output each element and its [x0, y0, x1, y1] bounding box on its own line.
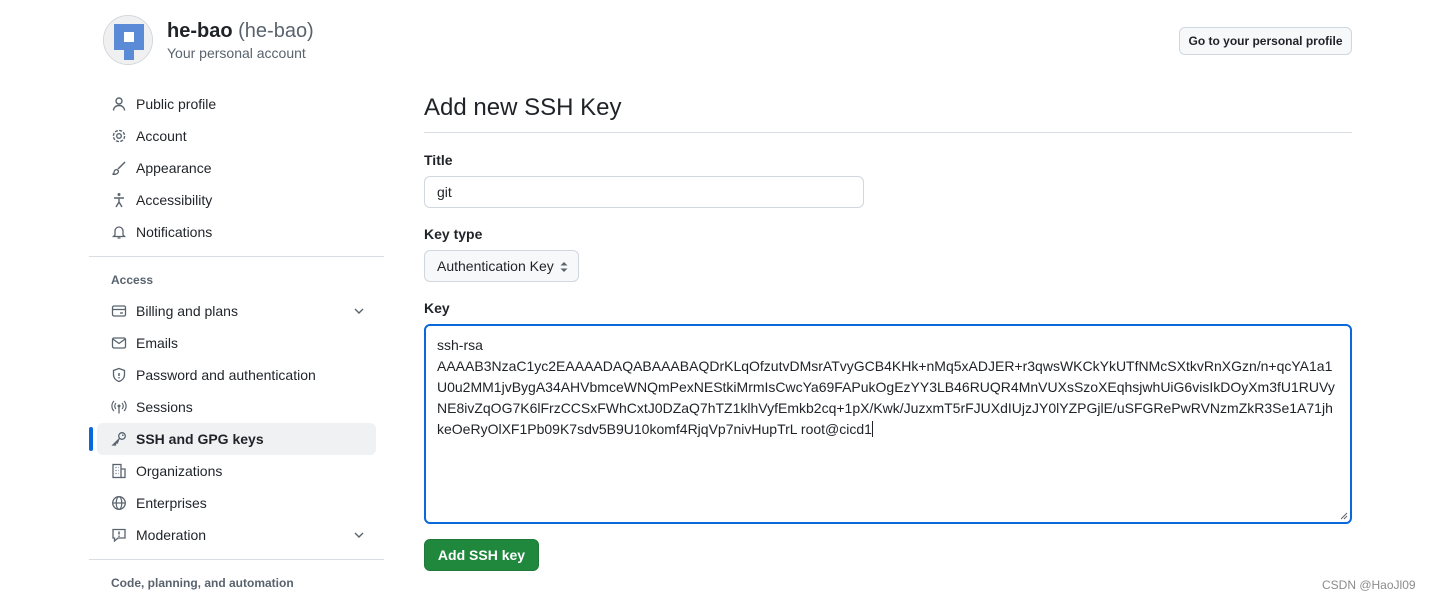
- identicon-icon: [104, 16, 152, 64]
- key-textarea[interactable]: ssh-rsa AAAAB3NzaC1yc2EAAAADAQABAAABAQDr…: [424, 324, 1352, 524]
- sidebar-item-label: Sessions: [136, 399, 193, 415]
- section-heading-code-planning: Code, planning, and automation: [111, 576, 294, 590]
- title-input[interactable]: [424, 176, 864, 208]
- shield-lock-icon: [111, 367, 127, 383]
- sidebar-item-billing[interactable]: Billing and plans: [97, 295, 376, 327]
- user-handle: (he-bao): [238, 20, 314, 42]
- sidebar-item-password[interactable]: Password and authentication: [97, 359, 376, 391]
- sidebar-item-accessibility[interactable]: Accessibility: [97, 184, 376, 216]
- sidebar-item-enterprises[interactable]: Enterprises: [97, 487, 376, 519]
- sidebar-item-label: Accessibility: [136, 192, 213, 208]
- settings-sidebar: Public profile Account Appearance Access…: [89, 88, 384, 598]
- organization-icon: [111, 463, 127, 479]
- account-header: he-bao (he-bao) Your personal account: [103, 15, 314, 65]
- sidebar-item-label: Account: [136, 128, 187, 144]
- title-label: Title: [424, 152, 453, 168]
- account-subtitle: Your personal account: [167, 45, 306, 61]
- accessibility-icon: [111, 192, 127, 208]
- username: he-bao: [167, 20, 233, 42]
- sidebar-item-label: Notifications: [136, 224, 213, 240]
- watermark: CSDN @HaoJl09: [1322, 578, 1416, 592]
- sidebar-item-label: Public profile: [136, 96, 217, 112]
- key-type-label: Key type: [424, 226, 483, 242]
- globe-icon: [111, 495, 127, 511]
- sidebar-divider: [89, 256, 384, 257]
- key-type-selected-value: Authentication Key: [437, 258, 554, 274]
- bell-icon: [111, 224, 127, 240]
- sidebar-item-sessions[interactable]: Sessions: [97, 391, 376, 423]
- sidebar-item-appearance[interactable]: Appearance: [97, 152, 376, 184]
- key-text: ssh-rsa AAAAB3NzaC1yc2EAAAADAQABAAABAQDr…: [437, 337, 1335, 437]
- sidebar-item-label: SSH and GPG keys: [136, 431, 264, 447]
- avatar[interactable]: [103, 15, 153, 65]
- mail-icon: [111, 335, 127, 351]
- sidebar-item-label: Password and authentication: [136, 367, 316, 383]
- sidebar-item-label: Billing and plans: [136, 303, 238, 319]
- key-icon: [111, 431, 127, 447]
- sidebar-divider: [89, 559, 384, 560]
- sidebar-item-label: Emails: [136, 335, 179, 351]
- sidebar-item-label: Moderation: [136, 527, 207, 543]
- sidebar-item-label: Enterprises: [136, 495, 207, 511]
- resize-handle-icon[interactable]: [1340, 512, 1348, 520]
- gear-icon: [111, 128, 127, 144]
- broadcast-icon: [111, 399, 127, 415]
- sidebar-item-ssh-gpg-keys[interactable]: SSH and GPG keys: [89, 423, 376, 455]
- key-label: Key: [424, 300, 450, 316]
- add-ssh-key-form: Add new SSH Key Title Key type Authentic…: [424, 90, 1352, 571]
- sidebar-item-public-profile[interactable]: Public profile: [97, 88, 376, 120]
- person-icon: [111, 96, 127, 112]
- sidebar-item-organizations[interactable]: Organizations: [97, 455, 376, 487]
- go-to-profile-button[interactable]: Go to your personal profile: [1179, 27, 1352, 55]
- add-ssh-key-button[interactable]: Add SSH key: [424, 539, 539, 571]
- sidebar-item-moderation[interactable]: Moderation: [97, 519, 376, 551]
- account-name[interactable]: he-bao (he-bao): [167, 18, 314, 44]
- credit-card-icon: [111, 303, 127, 319]
- report-icon: [111, 527, 127, 543]
- sidebar-item-notifications[interactable]: Notifications: [97, 216, 376, 248]
- key-type-select[interactable]: Authentication Key: [424, 250, 579, 282]
- chevron-down-icon[interactable]: [352, 304, 366, 318]
- sidebar-item-label: Appearance: [136, 160, 212, 176]
- section-heading-access: Access: [111, 273, 154, 287]
- sidebar-item-account[interactable]: Account: [97, 120, 376, 152]
- page-title: Add new SSH Key: [424, 90, 1352, 133]
- text-caret: [871, 421, 873, 437]
- sidebar-item-label: Organizations: [136, 463, 223, 479]
- paintbrush-icon: [111, 160, 127, 176]
- sidebar-item-emails[interactable]: Emails: [97, 327, 376, 359]
- select-arrows-icon: [560, 262, 568, 272]
- chevron-down-icon[interactable]: [352, 528, 366, 542]
